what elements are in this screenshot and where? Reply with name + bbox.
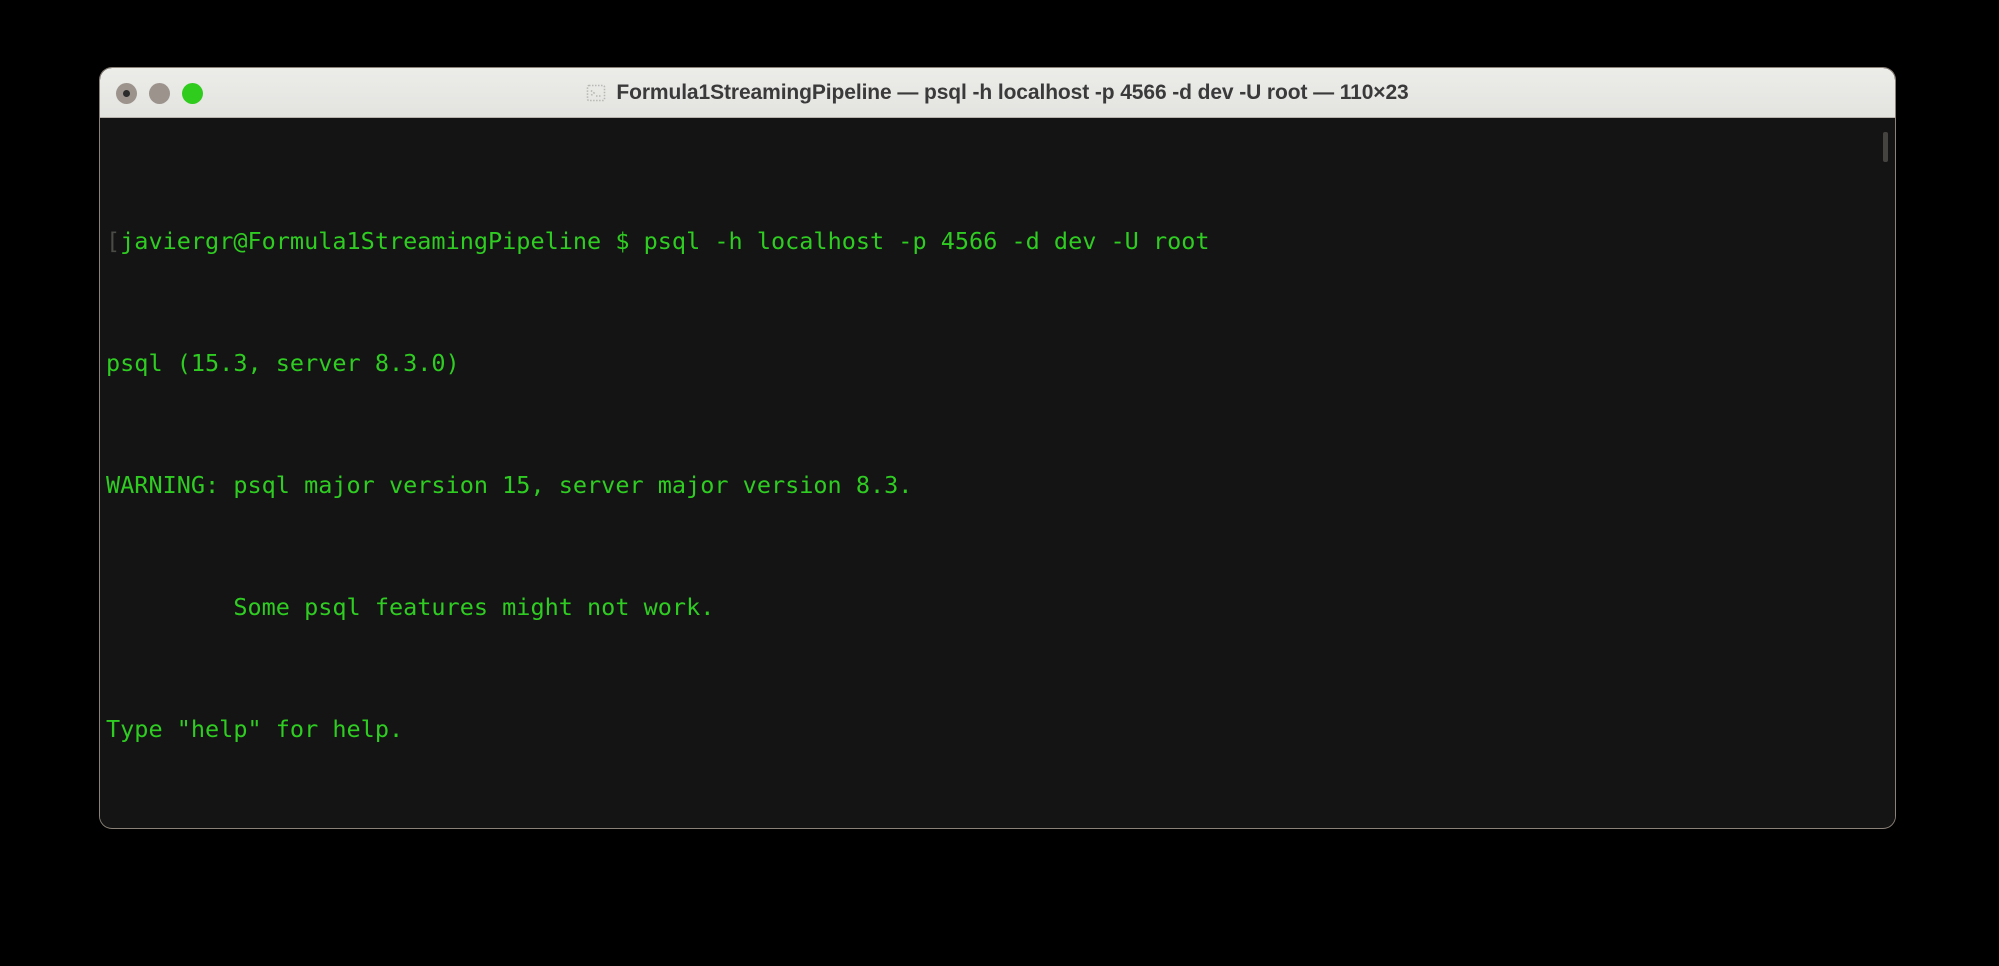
close-button[interactable] [116, 82, 137, 104]
window-title-group: Formula1StreamingPipeline — psql -h loca… [100, 68, 1895, 118]
window-title: Formula1StreamingPipeline — psql -h loca… [616, 81, 1409, 104]
terminal-icon [587, 84, 606, 102]
minimize-button[interactable] [149, 82, 170, 104]
prompt-edge-mark: [ [106, 226, 121, 255]
terminal-line-version: psql (15.3, server 8.3.0) [106, 348, 460, 377]
terminal-line-help: Type "help" for help. [106, 714, 404, 743]
terminal-line-command: [javiergr@Formula1StreamingPipeline $ ps… [106, 226, 1895, 257]
zoom-button[interactable] [182, 82, 203, 104]
terminal-line-text: javiergr@Formula1StreamingPipeline $ psq… [120, 226, 1210, 255]
terminal-line-warning: WARNING: psql major version 15, server m… [106, 470, 913, 499]
terminal-line-warning-detail: Some psql features might not work. [106, 592, 715, 621]
scrollbar-thumb[interactable] [1883, 132, 1888, 162]
terminal-output: [javiergr@Formula1StreamingPipeline $ ps… [100, 134, 1895, 827]
terminal-content-area[interactable]: [javiergr@Formula1StreamingPipeline $ ps… [100, 118, 1895, 827]
window-title-bar[interactable]: Formula1StreamingPipeline — psql -h loca… [100, 68, 1895, 118]
desktop-background: Formula1StreamingPipeline — psql -h loca… [0, 0, 1999, 966]
terminal-window: Formula1StreamingPipeline — psql -h loca… [100, 68, 1895, 828]
window-controls [116, 68, 203, 118]
